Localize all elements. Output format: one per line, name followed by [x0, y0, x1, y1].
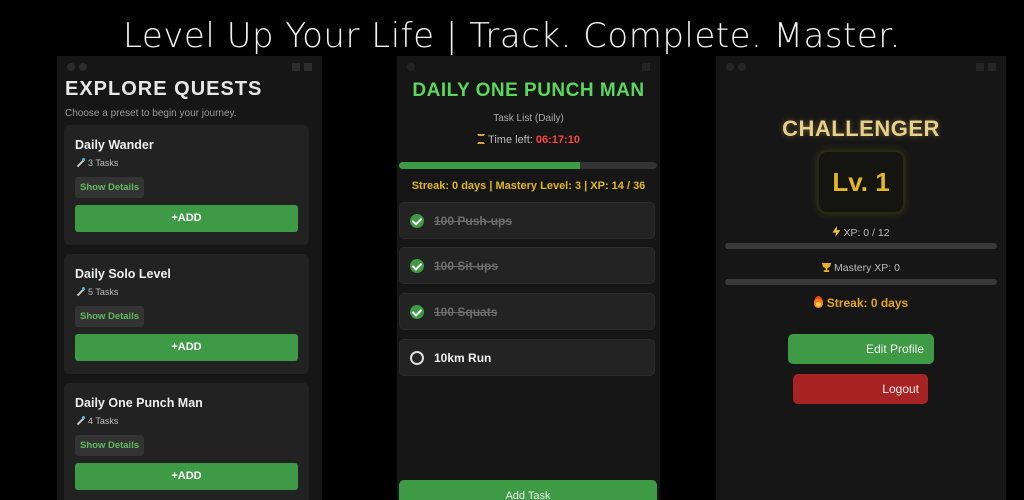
quest-card: Daily One Punch Man 4 Tasks Show Details…	[64, 383, 309, 500]
quest-card-title: Daily Wander	[75, 138, 154, 152]
time-left: Time left: 06:17:10	[397, 134, 660, 146]
streak-summary: Streak: 0 days | Mastery Level: 3 | XP: …	[411, 180, 646, 192]
add-task-button[interactable]: Add Task	[399, 480, 657, 500]
status-bar	[397, 56, 660, 78]
logout-button[interactable]: Logout	[793, 374, 928, 404]
status-bar	[716, 56, 1006, 78]
empty-circle-icon[interactable]	[410, 351, 424, 365]
lightning-icon	[832, 226, 841, 237]
show-details-button[interactable]: Show Details	[75, 435, 145, 456]
flame-icon	[813, 296, 823, 308]
quest-subtitle: Task List (Daily)	[493, 113, 564, 124]
quest-card-title: Daily Solo Level	[75, 267, 171, 281]
rank-title: CHALLENGER	[782, 116, 940, 141]
time-left-value: 06:17:10	[535, 134, 580, 146]
wand-icon	[75, 287, 85, 297]
quest-progress-fill	[399, 162, 580, 169]
task-item[interactable]: 100 Push-ups	[399, 202, 655, 239]
check-circle-icon[interactable]	[410, 305, 424, 319]
show-details-button[interactable]: Show Details	[75, 306, 145, 327]
task-label: 100 Squats	[434, 305, 498, 319]
check-circle-icon[interactable]	[410, 214, 424, 228]
mastery-xp-bar	[725, 279, 997, 285]
edit-profile-button[interactable]: Edit Profile	[788, 334, 934, 364]
banner-headline: Level Up Your Life | Track. Complete. Ma…	[123, 16, 901, 56]
streak-label: Streak: 0 days	[716, 296, 1006, 310]
quest-detail-screen: DAILY ONE PUNCH MAN Task List (Daily) Ti…	[397, 56, 660, 500]
task-item[interactable]: 10km Run	[399, 339, 655, 376]
check-circle-icon[interactable]	[410, 259, 424, 273]
quest-card-task-count: 3 Tasks	[75, 158, 118, 168]
task-item[interactable]: 100 Sit-ups	[399, 247, 655, 284]
quest-card: Daily Wander 3 Tasks Show Details +ADD	[64, 125, 309, 245]
quest-card: Daily Solo Level 5 Tasks Show Details +A…	[64, 254, 309, 374]
page-title: EXPLORE QUESTS	[65, 78, 263, 100]
mastery-xp-label: Mastery XP: 0	[716, 262, 1006, 274]
quest-card-task-count: 5 Tasks	[75, 287, 118, 297]
hourglass-icon	[477, 134, 486, 144]
quest-progress-bar	[399, 162, 657, 169]
xp-label: XP: 0 / 12	[716, 226, 1006, 239]
profile-screen: CHALLENGER Lv. 1 XP: 0 / 12 Mastery XP: …	[716, 56, 1006, 500]
add-quest-button[interactable]: +ADD	[75, 334, 298, 361]
task-label: 100 Sit-ups	[434, 259, 499, 273]
page-subtitle: Choose a preset to begin your journey.	[65, 108, 237, 119]
explore-quests-screen: EXPLORE QUESTS Choose a preset to begin …	[57, 56, 322, 500]
level-badge: Lv. 1	[817, 150, 905, 214]
xp-bar	[725, 243, 997, 249]
show-details-button[interactable]: Show Details	[75, 177, 145, 198]
add-quest-button[interactable]: +ADD	[75, 205, 298, 232]
quest-card-title: Daily One Punch Man	[75, 396, 203, 410]
status-bar	[57, 56, 322, 78]
quest-card-task-count: 4 Tasks	[75, 416, 118, 426]
wand-icon	[75, 416, 85, 426]
trophy-icon	[822, 263, 832, 272]
add-quest-button[interactable]: +ADD	[75, 463, 298, 490]
task-label: 10km Run	[434, 351, 492, 365]
task-item[interactable]: 100 Squats	[399, 293, 655, 330]
wand-icon	[75, 158, 85, 168]
quest-title: DAILY ONE PUNCH MAN	[412, 80, 645, 101]
task-label: 100 Push-ups	[434, 214, 513, 228]
